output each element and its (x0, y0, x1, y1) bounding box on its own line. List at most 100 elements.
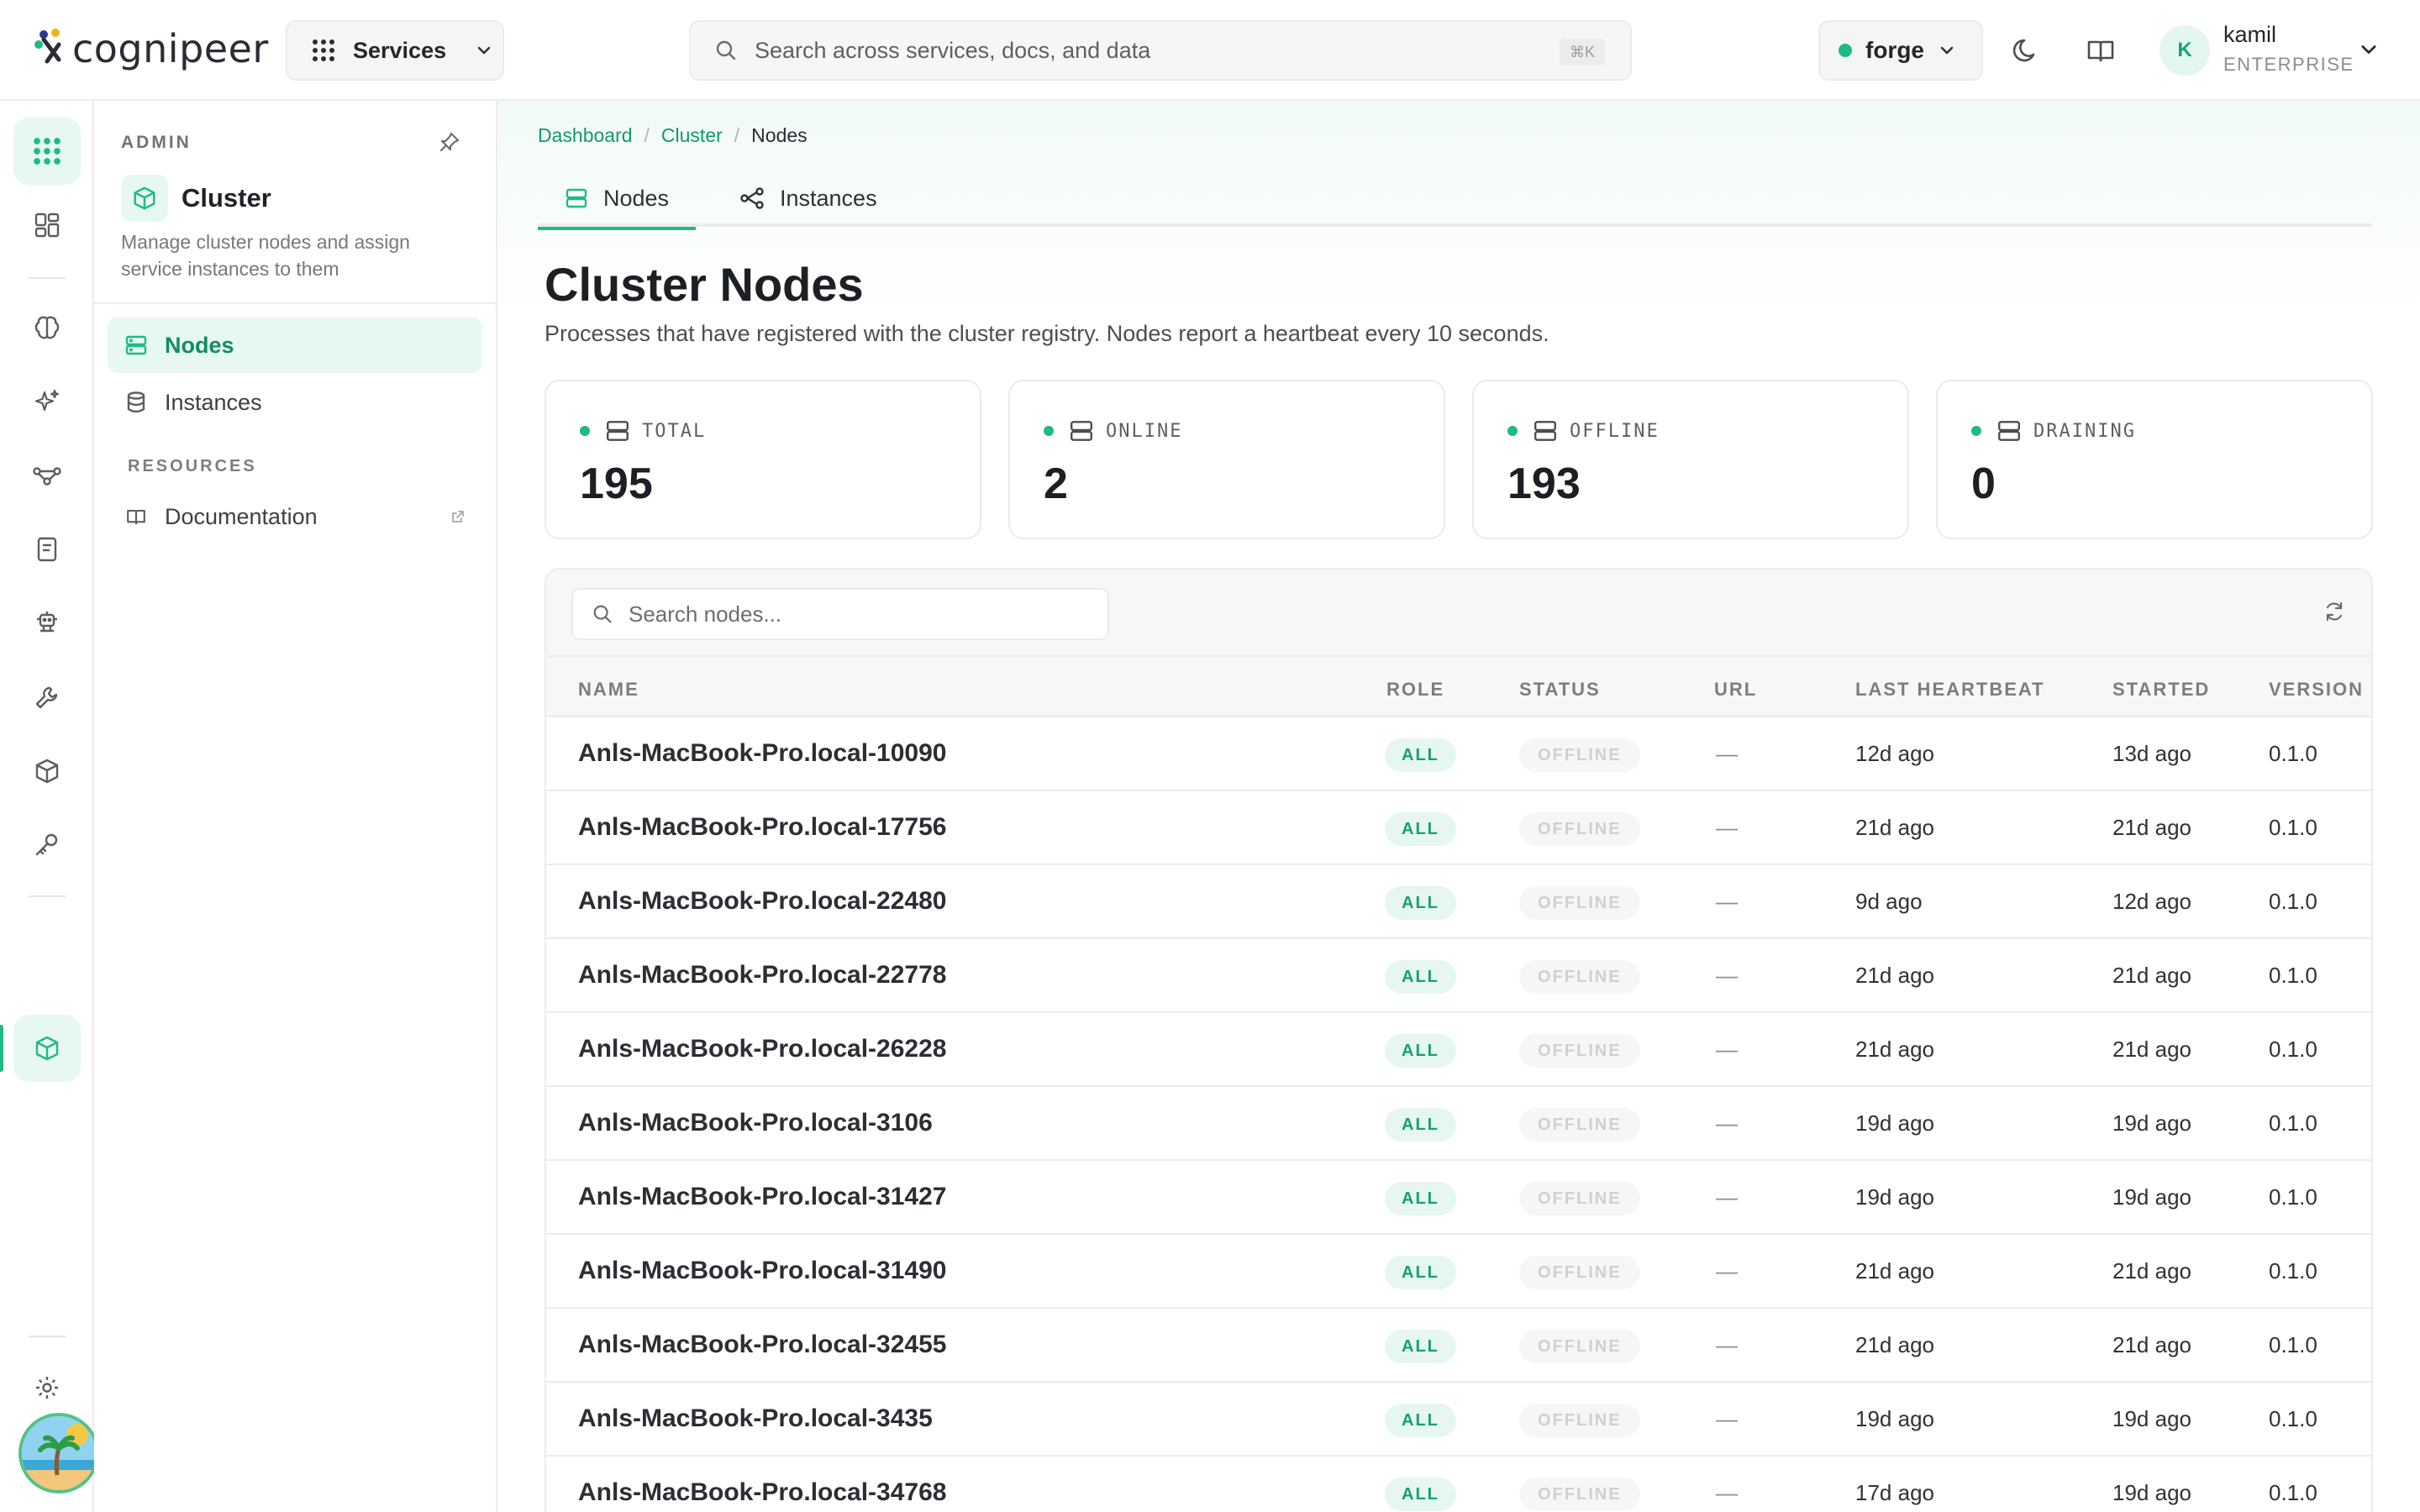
sidebar-item-instances[interactable]: Instances (108, 375, 482, 430)
services-label: Services (353, 37, 447, 63)
sidebar-title: Cluster (182, 183, 271, 213)
table-row[interactable]: Anls-MacBook-Pro.local-34768 ALL OFFLINE… (546, 1457, 2371, 1512)
rail-apps-button[interactable] (13, 118, 81, 185)
rail-keys-button[interactable] (13, 811, 81, 879)
node-search[interactable] (571, 588, 1109, 640)
rail-flow-button[interactable] (13, 442, 81, 509)
rail-settings-button[interactable] (13, 1354, 81, 1421)
sidebar-item-label: Nodes (165, 332, 234, 358)
breadcrumb-dashboard[interactable]: Dashboard (538, 124, 633, 147)
table-row[interactable]: Anls-MacBook-Pro.local-31427 ALL OFFLINE… (546, 1161, 2371, 1235)
status-badge: OFFLINE (1519, 886, 1640, 920)
node-name[interactable]: Anls-MacBook-Pro.local-31490 (578, 1257, 946, 1285)
table-row[interactable]: Anls-MacBook-Pro.local-3106 ALL OFFLINE … (546, 1087, 2371, 1161)
column-header-started[interactable]: STARTED (2112, 679, 2210, 701)
node-name[interactable]: Anls-MacBook-Pro.local-10090 (578, 739, 946, 768)
breadcrumb-cluster[interactable]: Cluster (661, 124, 723, 147)
moon-icon[interactable] (2010, 34, 2044, 67)
node-name[interactable]: Anls-MacBook-Pro.local-3106 (578, 1109, 933, 1137)
sidebar-item-documentation[interactable]: Documentation (108, 489, 482, 544)
workspace-switcher[interactable]: forge (1818, 20, 1983, 81)
user-avatar[interactable]: K (2160, 25, 2210, 76)
node-url: — (1716, 815, 1738, 840)
node-url: — (1716, 1110, 1738, 1136)
role-badge: ALL (1385, 738, 1456, 772)
node-version: 0.1.0 (2269, 889, 2317, 914)
node-name[interactable]: Anls-MacBook-Pro.local-26228 (578, 1035, 946, 1063)
node-name[interactable]: Anls-MacBook-Pro.local-31427 (578, 1183, 946, 1211)
column-header-name[interactable]: NAME (578, 679, 639, 701)
node-last-heartbeat: 21d ago (1855, 1258, 1934, 1284)
external-link-icon (452, 511, 464, 522)
brain-icon (34, 316, 60, 339)
node-name[interactable]: Anls-MacBook-Pro.local-22480 (578, 887, 946, 916)
node-version: 0.1.0 (2269, 1110, 2317, 1136)
stat-card-online: ONLINE 2 (1008, 380, 1445, 539)
sidebar-section-resources: RESOURCES (128, 457, 257, 475)
rail-dashboard-button[interactable] (13, 192, 81, 259)
rail-agent-button[interactable] (13, 590, 81, 657)
workspace-avatar[interactable] (18, 1413, 99, 1494)
docs-book-icon[interactable] (2084, 34, 2118, 67)
tab-instances[interactable]: Instances (713, 170, 904, 227)
table-row[interactable]: Anls-MacBook-Pro.local-26228 ALL OFFLINE… (546, 1013, 2371, 1087)
column-header-status[interactable]: STATUS (1519, 679, 1601, 701)
global-search-input[interactable]: Search across services, docs, and data ⌘… (689, 20, 1632, 81)
table-row[interactable]: Anls-MacBook-Pro.local-3435 ALL OFFLINE … (546, 1383, 2371, 1457)
user-name[interactable]: kamil (2223, 22, 2276, 48)
node-started: 21d ago (2112, 963, 2191, 988)
brand-logo[interactable]: cognipeer (34, 22, 269, 76)
table-row[interactable]: Anls-MacBook-Pro.local-22480 ALL OFFLINE… (546, 865, 2371, 939)
icon-rail (0, 101, 99, 1512)
node-version: 0.1.0 (2269, 1332, 2317, 1357)
stat-label: OFFLINE (1570, 420, 1660, 442)
node-version: 0.1.0 (2269, 1480, 2317, 1505)
table-row[interactable]: Anls-MacBook-Pro.local-32455 ALL OFFLINE… (546, 1309, 2371, 1383)
rail-packages-button[interactable] (13, 738, 81, 805)
column-header-last-heartbeat[interactable]: LAST HEARTBEAT (1855, 679, 2045, 701)
tab-nodes[interactable]: Nodes (538, 170, 697, 230)
nodes-table: NAME ROLE STATUS URL LAST HEARTBEAT STAR… (544, 568, 2373, 1512)
node-name[interactable]: Anls-MacBook-Pro.local-17756 (578, 813, 946, 842)
column-header-url[interactable]: URL (1714, 679, 1757, 701)
table-row[interactable]: Anls-MacBook-Pro.local-22778 ALL OFFLINE… (546, 939, 2371, 1013)
brand-name: cognipeer (72, 26, 269, 71)
status-badge: OFFLINE (1519, 1256, 1640, 1289)
node-version: 0.1.0 (2269, 1258, 2317, 1284)
column-header-version[interactable]: VERSION (2269, 679, 2364, 701)
rail-separator (29, 895, 66, 897)
sidebar-item-label: Documentation (165, 503, 318, 529)
node-name[interactable]: Anls-MacBook-Pro.local-22778 (578, 961, 946, 990)
node-last-heartbeat: 19d ago (1855, 1184, 1934, 1210)
table-row[interactable]: Anls-MacBook-Pro.local-10090 ALL OFFLINE… (546, 717, 2371, 791)
stat-card-offline: OFFLINE 193 (1472, 380, 1909, 539)
stat-dot (1971, 426, 1981, 436)
rail-notebook-button[interactable] (13, 516, 81, 583)
services-menu-button[interactable]: Services (286, 20, 504, 81)
table-row[interactable]: Anls-MacBook-Pro.local-31490 ALL OFFLINE… (546, 1235, 2371, 1309)
chevron-down-icon[interactable] (2358, 39, 2380, 60)
stat-label: TOTAL (642, 420, 707, 442)
rail-tools-button[interactable] (13, 664, 81, 731)
role-badge: ALL (1385, 1182, 1456, 1215)
pin-icon[interactable] (439, 131, 460, 153)
breadcrumb-current: Nodes (751, 124, 808, 146)
rail-ai-button[interactable] (13, 368, 81, 435)
cube-icon (134, 186, 155, 210)
column-header-role[interactable]: ROLE (1386, 679, 1444, 701)
node-search-input[interactable] (629, 601, 1099, 627)
node-name[interactable]: Anls-MacBook-Pro.local-32455 (578, 1331, 946, 1359)
node-name[interactable]: Anls-MacBook-Pro.local-3435 (578, 1404, 933, 1433)
rail-brain-button[interactable] (13, 294, 81, 361)
breadcrumb-separator: / (734, 124, 740, 146)
table-row[interactable]: Anls-MacBook-Pro.local-17756 ALL OFFLINE… (546, 791, 2371, 865)
refresh-icon[interactable] (2323, 600, 2346, 623)
role-badge: ALL (1385, 886, 1456, 920)
role-badge: ALL (1385, 812, 1456, 846)
rail-cluster-button[interactable] (13, 1015, 81, 1082)
node-started: 19d ago (2112, 1406, 2191, 1431)
sidebar-item-nodes[interactable]: Nodes (108, 318, 482, 373)
stat-label: DRAINING (2033, 420, 2136, 442)
node-name[interactable]: Anls-MacBook-Pro.local-34768 (578, 1478, 946, 1507)
stat-dot (1507, 426, 1518, 436)
